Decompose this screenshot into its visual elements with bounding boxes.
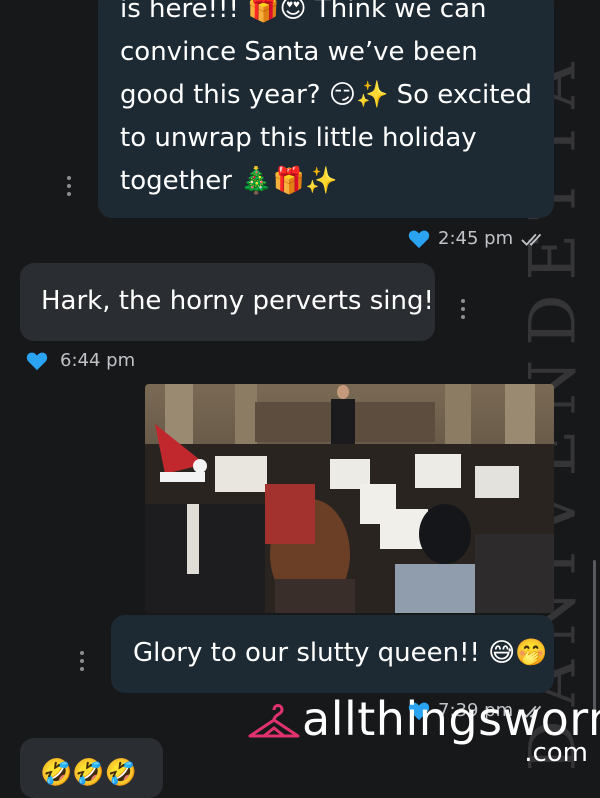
message-bubble-incoming[interactable]: 🤣🤣🤣 bbox=[20, 738, 163, 798]
double-check-icon bbox=[521, 233, 542, 246]
message-time: 2:45 pm bbox=[438, 228, 514, 249]
hanger-icon bbox=[248, 704, 300, 738]
message-bubble-outgoing[interactable]: Glory to our slutty queen!! 😅🤭 bbox=[111, 615, 554, 693]
choir-photo[interactable] bbox=[145, 384, 554, 613]
message-options-icon[interactable] bbox=[66, 176, 72, 196]
message-options-icon[interactable] bbox=[460, 299, 466, 319]
heart-icon[interactable] bbox=[26, 351, 48, 371]
message-line: together 🎄🎁✨ bbox=[120, 166, 338, 196]
message-text: is here!!! 🎁😍 Think we can convince Sant… bbox=[120, 0, 532, 203]
message-meta: 2:45 pm bbox=[408, 228, 547, 249]
message-line: to unwrap this little holiday bbox=[120, 123, 477, 153]
message-line: good this year? 😏✨ So excited bbox=[120, 80, 532, 110]
message-meta: 6:44 pm bbox=[26, 350, 135, 371]
message-text: Glory to our slutty queen!! 😅🤭 bbox=[133, 638, 548, 668]
heart-icon[interactable] bbox=[408, 229, 430, 249]
photo-illustration bbox=[145, 384, 554, 613]
brand-suffix: .com bbox=[524, 738, 588, 768]
message-line: convince Santa we’ve been bbox=[120, 37, 478, 67]
message-bubble-incoming[interactable]: Hark, the horny perverts sing! bbox=[20, 263, 435, 341]
message-bubble-outgoing[interactable]: is here!!! 🎁😍 Think we can convince Sant… bbox=[98, 0, 554, 218]
message-text: Hark, the horny perverts sing! bbox=[41, 286, 434, 316]
message-time: 6:44 pm bbox=[60, 350, 136, 371]
scrollbar[interactable] bbox=[593, 560, 596, 710]
brand-logo: allthingsworn .com bbox=[244, 692, 600, 778]
message-text: 🤣🤣🤣 bbox=[40, 758, 138, 788]
message-line: is here!!! 🎁😍 Think we can bbox=[120, 0, 487, 24]
message-options-icon[interactable] bbox=[79, 651, 85, 671]
